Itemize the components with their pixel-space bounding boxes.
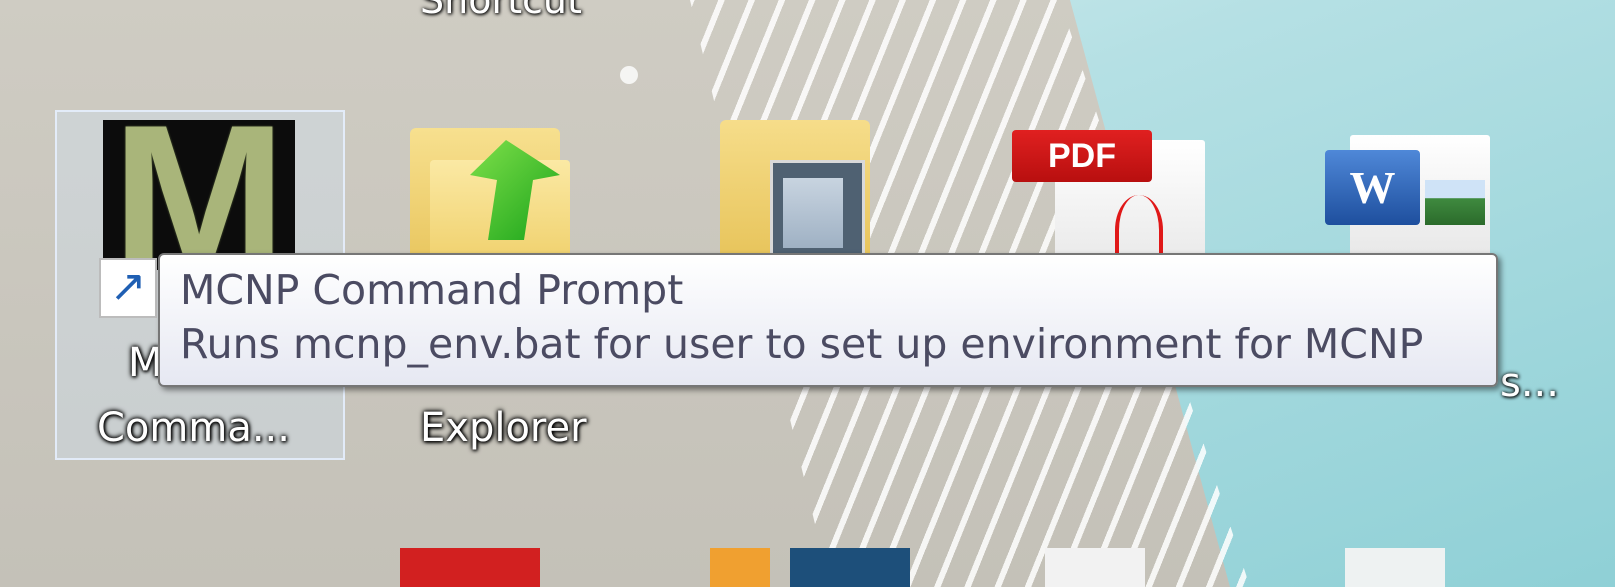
explorer-icon-label: Explorer (420, 405, 587, 451)
bottom-red-icon[interactable] (400, 548, 540, 587)
mcnp-icon[interactable]: M (103, 120, 295, 270)
tooltip-description: Runs mcnp_env.bat for user to set up env… (180, 320, 1424, 368)
partial-icon-label: s... (1500, 360, 1559, 406)
mcnp-icon-label: Comma... (97, 405, 290, 451)
bottom-doc-icon[interactable] (1345, 548, 1445, 587)
word-picture-icon (1425, 180, 1485, 225)
bottom-white-icon[interactable] (1045, 548, 1145, 587)
tooltip-title: MCNP Command Prompt (180, 266, 684, 314)
pdf-badge: PDF (1012, 130, 1152, 182)
shortcut-arrow-icon: ↗ (99, 258, 157, 318)
wallpaper-dot (620, 66, 638, 84)
tooltip: MCNP Command Prompt Runs mcnp_env.bat fo… (158, 253, 1498, 387)
partial-top-icon-label: Shortcut (420, 0, 582, 22)
mcnp-letter: M (111, 120, 287, 270)
bottom-orange-icon[interactable] (710, 548, 770, 587)
bottom-blue-icon[interactable] (790, 548, 910, 587)
desktop: Shortcut M ↗ M Comma... Explorer PDF W s… (0, 0, 1615, 587)
word-badge: W (1325, 150, 1420, 225)
